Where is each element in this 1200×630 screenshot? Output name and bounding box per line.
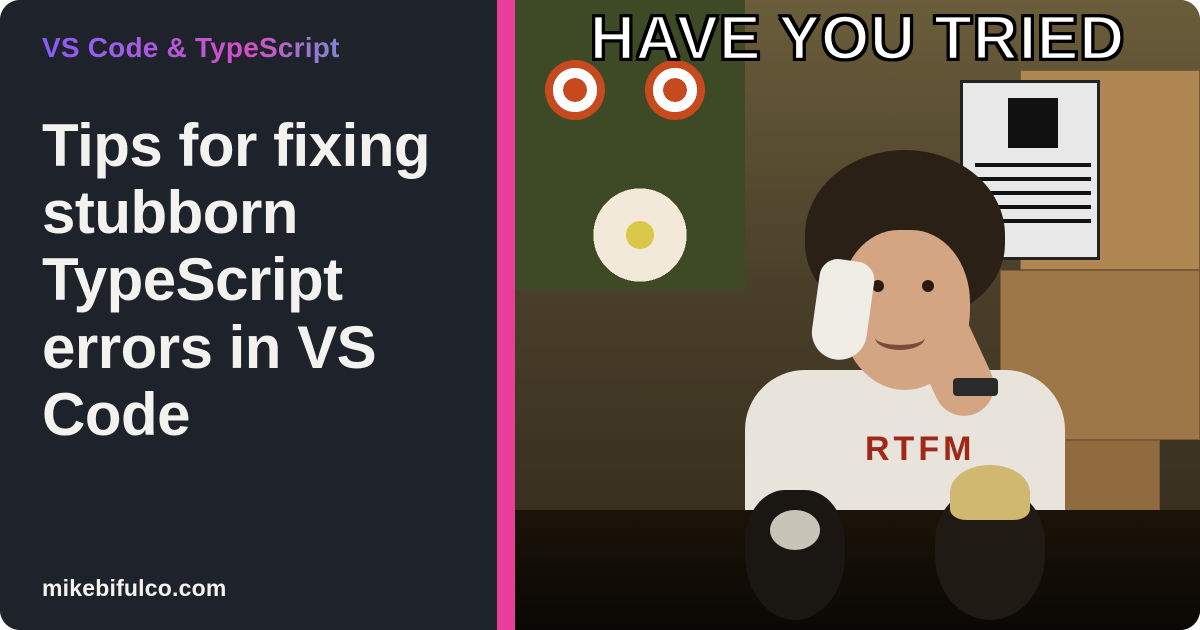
flower-icon (585, 180, 695, 290)
og-card: VS Code & TypeScript Tips for fixing stu… (0, 0, 1200, 630)
headline-text: Tips for fixing stubborn TypeScript erro… (42, 112, 455, 448)
desk-surface (515, 510, 1200, 630)
meme-image-panel: RTFM HAVE YOU TRIED (515, 0, 1200, 630)
desk-toy (745, 490, 845, 620)
meme-caption-text: HAVE YOU TRIED (515, 8, 1200, 70)
accent-divider (497, 0, 515, 630)
site-domain: mikebifulco.com (42, 575, 226, 602)
desk-toy (935, 490, 1045, 620)
shirt-text: RTFM (865, 430, 975, 469)
watch-icon (953, 378, 998, 396)
eyebrow-label: VS Code & TypeScript (42, 32, 455, 64)
text-panel: VS Code & TypeScript Tips for fixing stu… (0, 0, 497, 630)
meme-scene: RTFM (515, 0, 1200, 630)
